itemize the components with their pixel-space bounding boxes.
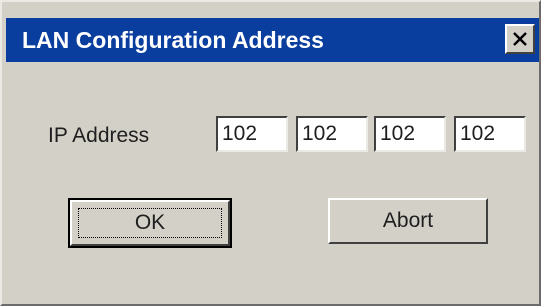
abort-button[interactable]: Abort	[328, 198, 488, 244]
dialog-title: LAN Configuration Address	[22, 27, 324, 53]
ok-button[interactable]: OK	[68, 198, 232, 248]
title-bar: LAN Configuration Address	[6, 18, 539, 62]
focus-rectangle	[78, 208, 222, 238]
lan-config-dialog: LAN Configuration Address IP Address OK …	[0, 0, 541, 306]
abort-button-label: Abort	[382, 209, 434, 232]
ip-octet-2-input[interactable]	[296, 116, 368, 152]
ip-octet-3-input[interactable]	[374, 116, 446, 152]
ip-address-label: IP Address	[48, 124, 150, 147]
ip-octet-1-input[interactable]	[216, 116, 288, 152]
close-button[interactable]	[505, 24, 535, 54]
close-icon	[513, 32, 527, 46]
ip-octet-4-input[interactable]	[454, 116, 526, 152]
